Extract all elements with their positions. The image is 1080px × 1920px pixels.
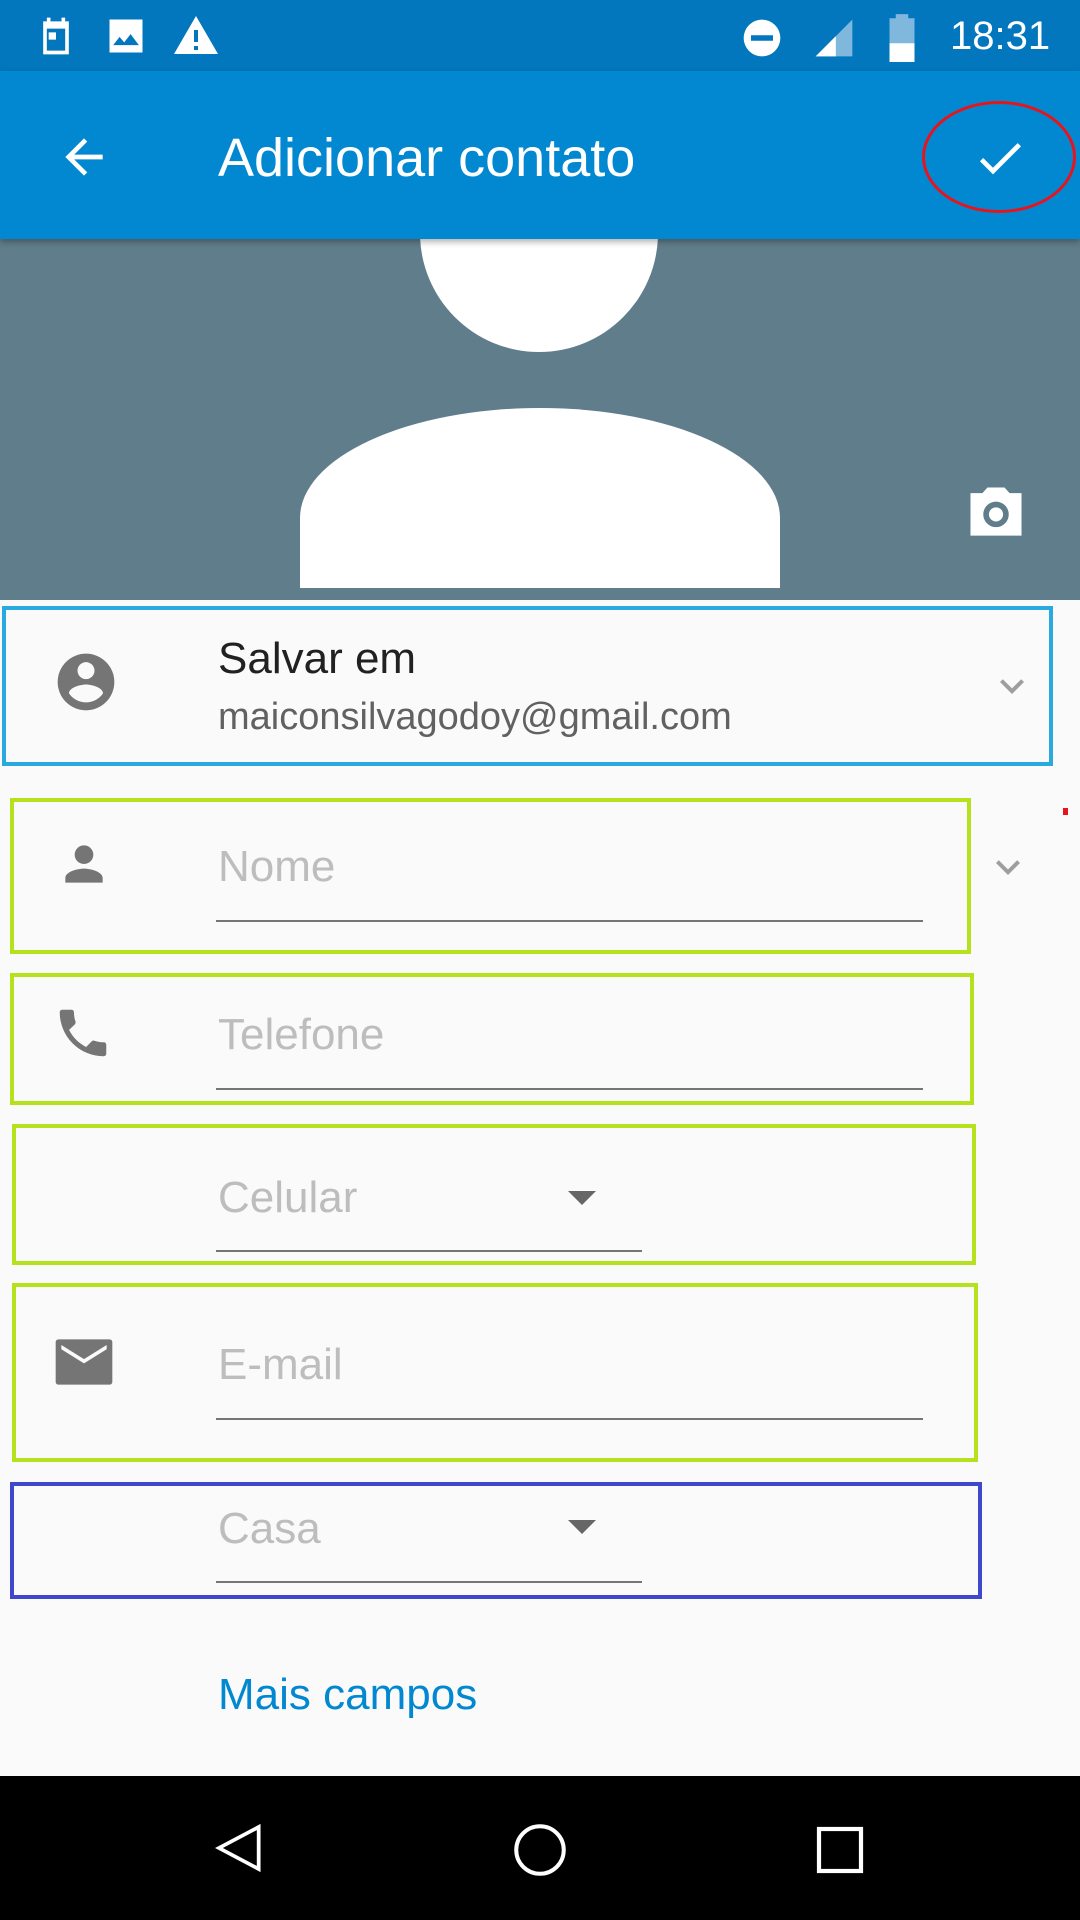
phone-type-select[interactable]: Celular [218, 1173, 357, 1223]
phone-icon [59, 1009, 107, 1057]
phone-type-underline [216, 1250, 642, 1252]
dropdown-arrow-icon[interactable] [568, 1191, 596, 1205]
email-type-select[interactable]: Casa [218, 1504, 321, 1554]
chevron-down-icon [1000, 679, 1024, 694]
camera-icon[interactable] [962, 479, 1030, 547]
arrow-back-icon[interactable] [56, 129, 112, 185]
account-email: maiconsilvagodoy@gmail.com [218, 696, 732, 738]
email-icon [55, 1339, 113, 1385]
account-circle-icon [57, 653, 115, 711]
email-type-underline [216, 1581, 642, 1583]
calendar-icon [43, 17, 69, 55]
avatar-head [420, 239, 658, 352]
navigation-bar [0, 1776, 1080, 1920]
image-icon [109, 19, 143, 53]
back-nav-icon[interactable] [212, 1820, 268, 1876]
account-label: Salvar em [218, 634, 417, 683]
phone-underline [216, 1088, 923, 1090]
do-not-disturb-icon [743, 19, 781, 57]
expand-name-chevron-icon[interactable] [984, 843, 1032, 891]
person-icon [65, 845, 103, 883]
status-bar: 18:31 [0, 0, 1080, 71]
email-input[interactable]: E-mail [218, 1340, 343, 1390]
name-underline [216, 920, 923, 922]
annotation-dot [1063, 808, 1068, 815]
warning-icon [174, 16, 218, 54]
check-icon [979, 143, 1021, 175]
toolbar: Adicionar contato [0, 71, 1080, 239]
dropdown-arrow-icon[interactable] [568, 1520, 596, 1534]
name-input[interactable]: Nome [218, 842, 335, 892]
avatar-body [300, 408, 780, 588]
phone-type-box [12, 1124, 976, 1265]
battery-icon [889, 14, 915, 62]
page-title: Adicionar contato [218, 128, 636, 188]
clock: 18:31 [950, 14, 1051, 58]
signal-icon [815, 19, 853, 57]
phone-input[interactable]: Telefone [218, 1010, 384, 1060]
more-fields-button[interactable]: Mais campos [218, 1670, 477, 1720]
recents-nav-icon[interactable] [812, 1822, 868, 1878]
home-nav-icon[interactable] [510, 1820, 570, 1880]
account-selector[interactable]: Salvar em maiconsilvagodoy@gmail.com [2, 606, 1053, 766]
email-field-box [12, 1283, 978, 1462]
save-button[interactable] [922, 101, 1076, 213]
email-underline [216, 1418, 923, 1420]
phone-field-box [10, 973, 974, 1105]
name-field-box [10, 798, 971, 954]
contact-photo[interactable] [0, 239, 1080, 600]
